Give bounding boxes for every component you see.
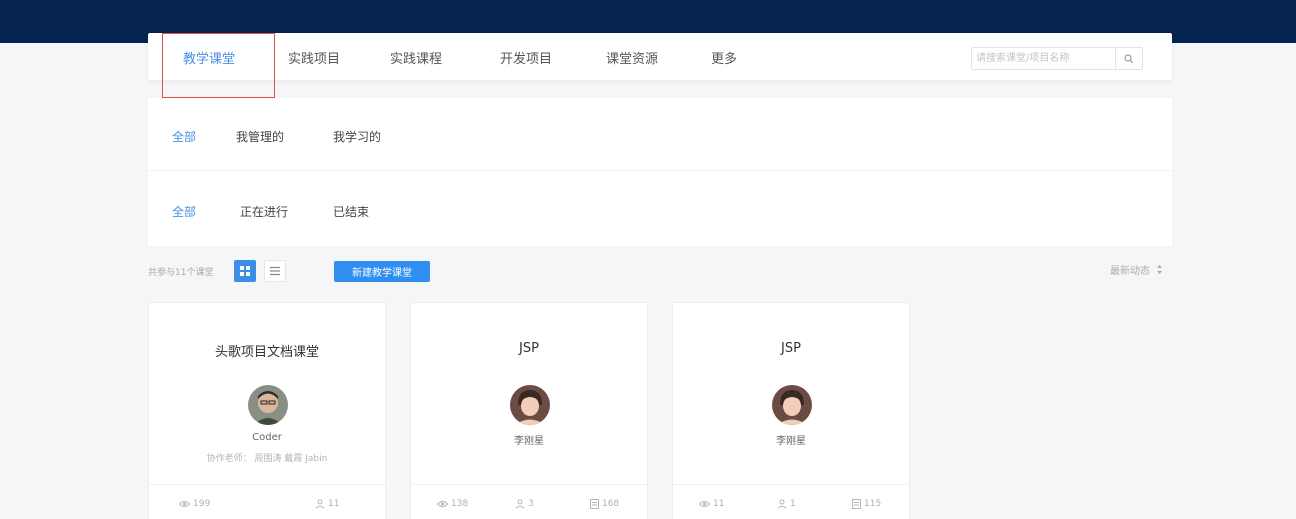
card-stat-views: 199	[179, 499, 210, 509]
card-stat-tasks: 168	[590, 499, 619, 509]
members-count: 3	[528, 499, 534, 509]
card-author: Coder	[252, 432, 282, 443]
members-icon	[515, 499, 525, 509]
tab-more[interactable]: 更多	[711, 48, 737, 67]
card-divider	[673, 484, 909, 485]
members-count: 1	[790, 499, 796, 509]
card-stat-views: 11	[699, 499, 724, 509]
tasks-count: 168	[602, 499, 620, 509]
classroom-card[interactable]: JSP 李刚星 11 1 115	[672, 302, 910, 519]
card-title: 头歌项目文档课堂	[214, 345, 319, 360]
card-title: JSP	[781, 341, 801, 356]
classroom-card[interactable]: 头歌项目文档课堂 Coder 协作老师： 周围涛 戴霞 Jabin 199 11	[148, 302, 386, 519]
document-icon	[590, 499, 599, 509]
card-stat-members: 3	[515, 499, 534, 509]
search-box	[971, 47, 1143, 70]
search-icon[interactable]	[1115, 48, 1142, 69]
views-count: 11	[713, 499, 725, 509]
eye-icon	[437, 500, 448, 508]
collaborators-label: 协作老师：	[206, 454, 252, 464]
filter-role-learning[interactable]: 我学习的	[333, 128, 381, 145]
avatar	[510, 385, 550, 425]
members-count: 11	[328, 499, 340, 509]
members-icon	[777, 499, 787, 509]
card-stat-views: 138	[437, 499, 468, 509]
avatar	[248, 385, 288, 425]
tab-practice-projects[interactable]: 实践项目	[288, 48, 340, 67]
sort-label: 最新动态	[1110, 266, 1150, 277]
filter-role-all[interactable]: 全部	[172, 128, 196, 145]
card-stat-members: 1	[777, 499, 796, 509]
collaborator-names: 周围涛 戴霞 Jabin	[254, 454, 328, 464]
filter-divider	[148, 170, 1172, 171]
document-icon	[852, 499, 861, 509]
card-title: JSP	[519, 341, 539, 356]
eye-icon	[179, 500, 190, 508]
new-classroom-button[interactable]: 新建教学课堂	[334, 261, 430, 282]
avatar	[772, 385, 812, 425]
card-stat-members: 11	[315, 499, 339, 509]
grid-view-icon[interactable]	[234, 260, 256, 282]
card-author: 李刚星	[514, 436, 544, 447]
filter-role-managed[interactable]: 我管理的	[236, 128, 284, 145]
card-divider	[411, 484, 647, 485]
members-icon	[315, 499, 325, 509]
filter-status-ongoing[interactable]: 正在进行	[240, 203, 288, 220]
card-divider	[149, 484, 385, 485]
search-input[interactable]	[976, 48, 1116, 69]
filter-status-ended[interactable]: 已结束	[333, 203, 369, 220]
views-count: 199	[193, 499, 211, 509]
views-count: 138	[451, 499, 469, 509]
tasks-count: 115	[864, 499, 882, 509]
sort-arrows-icon	[1156, 264, 1163, 278]
classroom-count: 共参与11个课堂	[148, 268, 214, 278]
filter-panel: 全部 我管理的 我学习的 全部 正在进行 已结束	[148, 98, 1172, 246]
card-stat-tasks: 115	[852, 499, 881, 509]
active-tab-highlight	[162, 33, 275, 98]
card-author: 李刚星	[776, 436, 806, 447]
tab-class-resources[interactable]: 课堂资源	[606, 48, 658, 67]
sort-dropdown[interactable]: 最新动态	[1110, 262, 1163, 278]
tab-dev-projects[interactable]: 开发项目	[500, 48, 552, 67]
eye-icon	[699, 500, 710, 508]
classroom-card[interactable]: JSP 李刚星 138 3 168	[410, 302, 648, 519]
tab-practice-courses[interactable]: 实践课程	[390, 48, 442, 67]
list-view-icon[interactable]	[264, 260, 286, 282]
card-collaborators: 协作老师： 周围涛 戴霞 Jabin	[149, 451, 385, 464]
filter-status-all[interactable]: 全部	[172, 203, 196, 220]
